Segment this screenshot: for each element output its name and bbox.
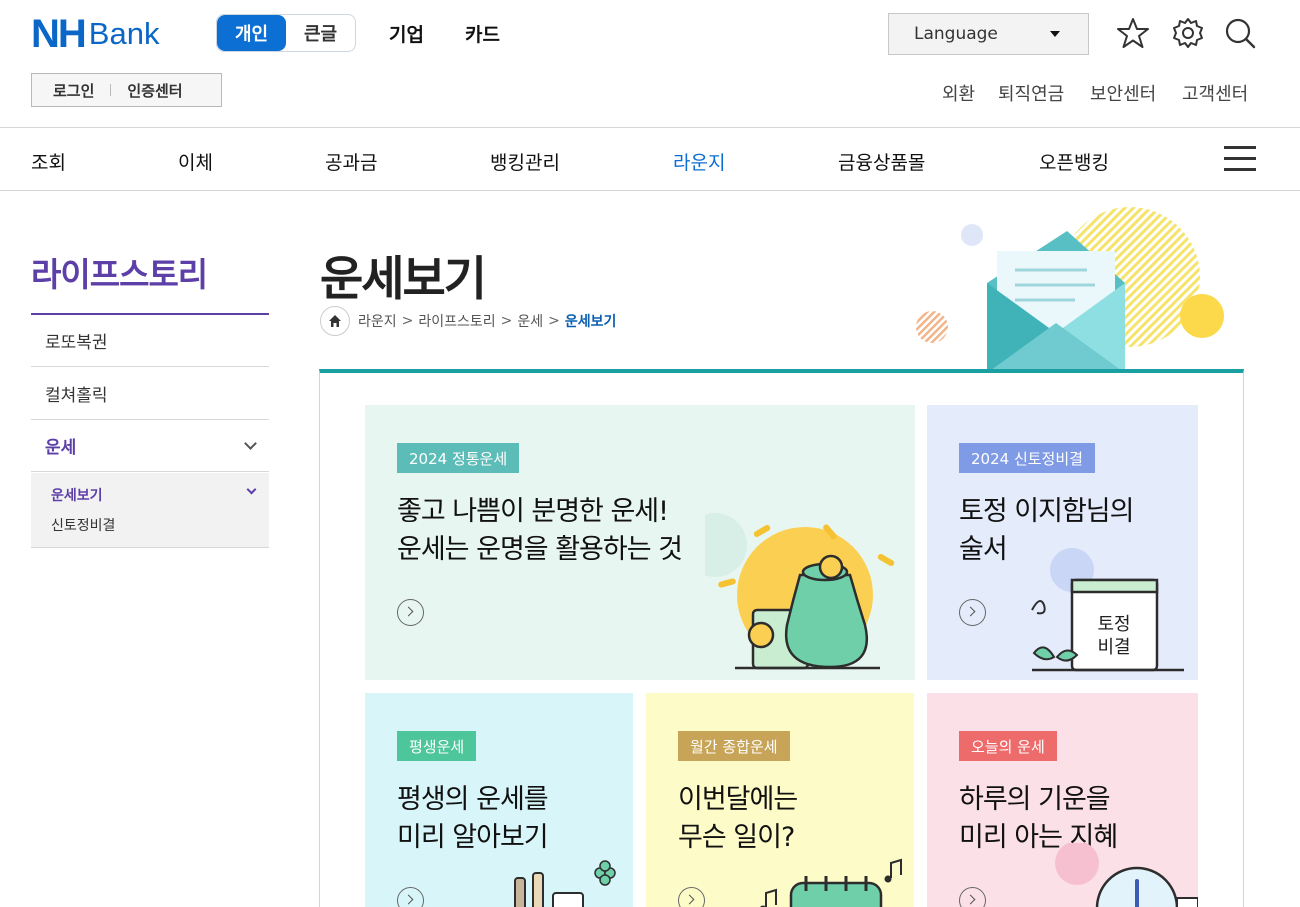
mode-toggle: 개인 큰글 [216, 14, 356, 52]
gnb-item-transfer[interactable]: 이체 [178, 148, 213, 175]
card-headline-line: 이번달에는 [678, 784, 798, 815]
breadcrumb-item[interactable]: 라운지 [358, 311, 397, 331]
login-button[interactable]: 로그인 [53, 80, 94, 101]
card-headline-line: 운세는 운명을 활용하는 것 [397, 534, 683, 565]
lnb-submenu: 운세보기 신토정비결 [31, 473, 269, 548]
card-headline: 평생의 운세를 미리 알아보기 [397, 781, 549, 857]
lnb-sub-item-tojeong[interactable]: 신토정비결 [51, 515, 115, 535]
arrow-circle-icon[interactable] [397, 887, 424, 907]
util-link-pension[interactable]: 퇴직연금 [998, 80, 1064, 106]
arrow-circle-icon[interactable] [959, 887, 986, 907]
card-today-fortune[interactable]: 오늘의 운세 하루의 기운을 미리 아는 지혜 [927, 693, 1198, 907]
gnb-item-products[interactable]: 금융상품몰 [838, 148, 925, 175]
util-link-security[interactable]: 보안센터 [1090, 80, 1156, 106]
page-title: 운세보기 [320, 252, 487, 307]
card-headline: 좋고 나쁨이 분명한 운세! 운세는 운명을 활용하는 것 [397, 493, 683, 569]
card-tag: 2024 정통운세 [397, 443, 520, 473]
lnb-item-culture[interactable]: 컬쳐홀릭 [31, 368, 269, 420]
menu-icon[interactable] [1224, 146, 1256, 172]
clock-icon [1055, 843, 1198, 907]
card-tojeong-fortune[interactable]: 2024 신토정비결 토정 이지함님의 술서 토정 비결 [927, 405, 1198, 680]
card-headline-line: 하루의 기운을 [959, 784, 1111, 815]
gnb-item-utility[interactable]: 공과금 [325, 148, 377, 175]
top-link-card[interactable]: 카드 [465, 20, 500, 47]
gnb-item-openbanking[interactable]: 오픈뱅킹 [1039, 148, 1109, 175]
logo-nh-text: NH [31, 12, 87, 56]
chevron-right-icon: > [548, 313, 560, 329]
breadcrumb-item[interactable]: 운세 [517, 311, 543, 331]
chevron-right-icon: > [500, 313, 513, 329]
mode-large-text-button[interactable]: 큰글 [286, 15, 355, 51]
language-select[interactable]: Language [888, 13, 1089, 55]
gnb-item-lounge[interactable]: 라운지 [673, 148, 725, 175]
util-link-forex[interactable]: 외환 [942, 80, 975, 106]
lnb-item-label: 운세 [45, 438, 77, 458]
chevron-down-icon [246, 484, 257, 495]
lnb-item-label: 로또복권 [45, 333, 108, 353]
lnb-item-lotto[interactable]: 로또복권 [31, 315, 269, 367]
breadcrumb-current: 운세보기 [564, 314, 617, 330]
search-icon[interactable] [1223, 16, 1257, 50]
card-classic-fortune[interactable]: 2024 정통운세 좋고 나쁨이 분명한 운세! 운세는 운명을 활용하는 것 [365, 405, 915, 680]
top-link-corporate[interactable]: 기업 [389, 20, 424, 47]
login-box: 로그인 인증센터 [31, 73, 222, 107]
card-headline-line: 미리 알아보기 [397, 822, 549, 853]
home-icon[interactable] [320, 306, 350, 336]
util-link-customer[interactable]: 고객센터 [1182, 80, 1248, 106]
money-bag-icon [705, 513, 895, 670]
gnb-item-inquiry[interactable]: 조회 [31, 148, 66, 175]
chevron-right-icon: > [401, 313, 414, 329]
logo-bank-text: Bank [88, 16, 160, 51]
paintbrush-clover-icon [514, 860, 616, 907]
arrow-circle-icon[interactable] [678, 887, 705, 907]
card-tag: 월간 종합운세 [678, 731, 790, 761]
arrow-circle-icon[interactable] [397, 599, 424, 626]
lnb-sub-item-fortune-view[interactable]: 운세보기 [51, 485, 103, 505]
nh-bank-logo[interactable]: NH Bank [31, 14, 159, 54]
fortune-menu-panel: 2024 정통운세 좋고 나쁨이 분명한 운세! 운세는 운명을 활용하는 것 … [319, 369, 1244, 907]
card-headline-line: 토정 이지함님의 [959, 496, 1134, 527]
lnb-item-label: 컬쳐홀릭 [45, 386, 108, 406]
book-icon: 토정 비결 [1031, 548, 1184, 672]
card-tag: 평생운세 [397, 731, 477, 761]
envelope-illustration [916, 207, 1224, 373]
gear-icon[interactable] [1171, 16, 1205, 50]
book-label-line: 토정 [1097, 614, 1130, 635]
caret-down-icon [1050, 31, 1060, 37]
book-label-line: 비결 [1097, 637, 1130, 658]
language-select-label: Language [914, 24, 998, 44]
mode-personal-button[interactable]: 개인 [217, 15, 286, 51]
breadcrumb-item[interactable]: 라이프스토리 [418, 311, 495, 331]
chevron-down-icon [244, 437, 257, 450]
card-headline: 이번달에는 무슨 일이? [678, 781, 798, 857]
global-nav: 조회 이체 공과금 뱅킹관리 라운지 금융상품몰 오픈뱅킹 [0, 127, 1300, 191]
lnb-item-fortune[interactable]: 운세 [31, 420, 269, 472]
card-headline-line: 평생의 운세를 [397, 784, 549, 815]
calendar-music-icon [760, 858, 902, 907]
divider [110, 84, 112, 96]
card-tag: 오늘의 운세 [959, 731, 1057, 761]
breadcrumb: 라운지 > 라이프스토리 > 운세 > 운세보기 [320, 306, 616, 336]
arrow-circle-icon[interactable] [959, 599, 986, 626]
card-monthly-fortune[interactable]: 월간 종합운세 이번달에는 무슨 일이? [646, 693, 914, 907]
cert-center-button[interactable]: 인증센터 [127, 80, 182, 101]
star-icon[interactable] [1116, 16, 1150, 50]
card-lifetime-fortune[interactable]: 평생운세 평생의 운세를 미리 알아보기 [365, 693, 633, 907]
card-headline-line: 좋고 나쁨이 분명한 운세! [397, 496, 669, 527]
card-headline-line: 무슨 일이? [678, 822, 795, 853]
lnb-title: 라이프스토리 [31, 255, 208, 294]
gnb-item-banking[interactable]: 뱅킹관리 [490, 148, 560, 175]
card-tag: 2024 신토정비결 [959, 443, 1095, 473]
